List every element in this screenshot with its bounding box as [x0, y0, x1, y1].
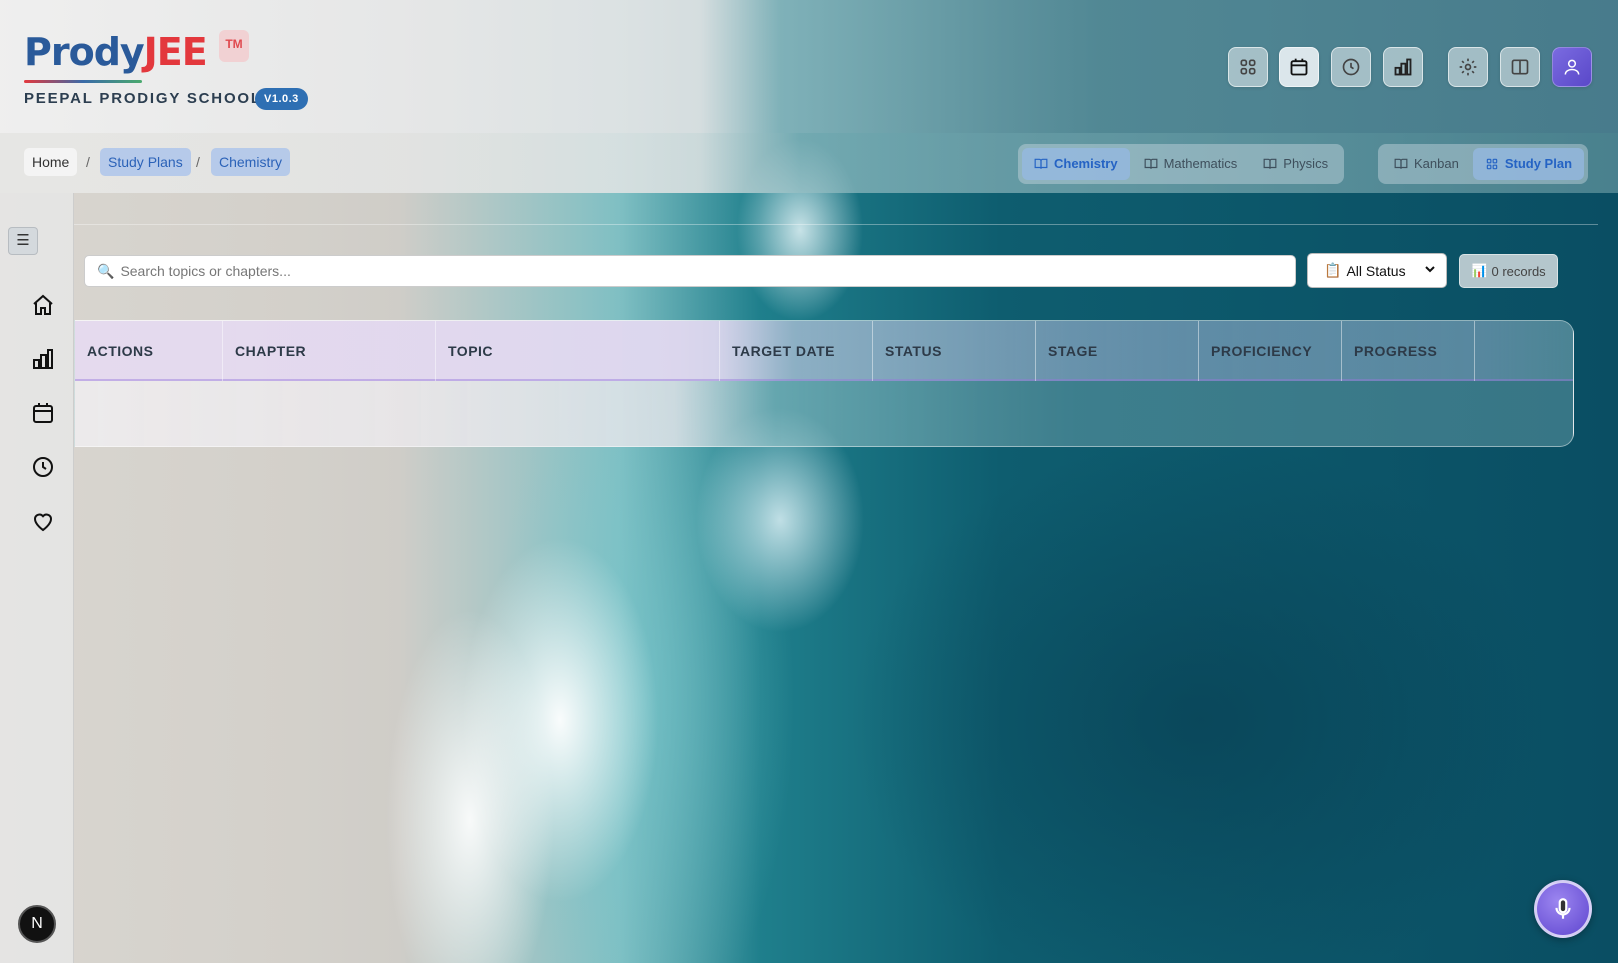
calendar-icon: [1290, 58, 1308, 76]
tab-label: Physics: [1283, 156, 1329, 171]
school-name: PEEPAL PRODIGY SCHOOL: [24, 90, 262, 107]
breadcrumb-bar: Home / Study Plans / Chemistry Chemistry…: [0, 133, 1618, 193]
layout-toggle-button[interactable]: [1500, 47, 1540, 87]
column-header-target-date[interactable]: TARGET DATE: [720, 321, 873, 381]
grid-icon: [1240, 59, 1256, 75]
clock-icon: [1342, 58, 1360, 76]
sidebar: ☰ N: [0, 193, 74, 963]
search-icon: 🔍: [97, 262, 115, 279]
chart-icon: [33, 349, 53, 369]
view-toggle: Kanban Study Plan: [1378, 144, 1589, 184]
user-icon: [1564, 59, 1580, 75]
home-icon: [33, 294, 53, 315]
history-button[interactable]: [1331, 47, 1371, 87]
breadcrumb-current[interactable]: Chemistry: [211, 148, 291, 176]
version-badge: V1.0.3: [255, 88, 308, 110]
tab-physics[interactable]: Physics: [1251, 148, 1340, 180]
gear-icon: [1459, 58, 1477, 76]
microphone-icon: [1555, 898, 1571, 919]
voice-assistant-button[interactable]: [1534, 880, 1592, 938]
n-badge[interactable]: N: [18, 905, 56, 943]
book-icon: [1144, 158, 1157, 169]
book-icon: [1034, 158, 1048, 169]
column-header-proficiency[interactable]: PROFICIENCY: [1199, 321, 1342, 381]
header: ProdyJEE TM PEEPAL PRODIGY SCHOOL V1.0.3: [0, 0, 1618, 133]
column-header-status[interactable]: STATUS: [873, 321, 1036, 381]
table-header: ACTIONS CHAPTER TOPIC TARGET DATE STATUS…: [75, 321, 1573, 381]
sidebar-item-home[interactable]: [31, 293, 59, 321]
analytics-button[interactable]: [1383, 47, 1423, 87]
book-icon: [1394, 158, 1408, 169]
breadcrumb-study-plans[interactable]: Study Plans: [100, 148, 191, 176]
divider: [74, 224, 1598, 225]
subject-tabs: Chemistry Mathematics Physics: [1018, 144, 1345, 184]
sidebar-item-calendar[interactable]: [31, 401, 59, 429]
sidebar-toggle-button[interactable]: ☰: [8, 227, 38, 255]
book-icon: [1263, 158, 1277, 169]
apps-grid-button[interactable]: [1228, 47, 1268, 87]
column-header-topic[interactable]: TOPIC: [436, 321, 720, 381]
status-filter-value: All Status: [1346, 262, 1406, 279]
logo[interactable]: ProdyJEE TM: [24, 30, 249, 83]
records-count: 0 records: [1491, 263, 1546, 279]
sidebar-item-history[interactable]: [31, 455, 59, 483]
breadcrumb-separator: /: [86, 154, 90, 170]
logo-prody: Prody: [24, 30, 145, 74]
profile-button[interactable]: [1552, 47, 1592, 87]
tab-chemistry[interactable]: Chemistry: [1022, 148, 1130, 180]
breadcrumb-separator: /: [196, 154, 200, 170]
view-study-plan[interactable]: Study Plan: [1472, 148, 1585, 180]
clipboard-icon: 📋: [1324, 262, 1342, 278]
logo-jee: JEE: [143, 30, 208, 74]
chevron-down-icon: [1425, 266, 1435, 273]
chart-icon: [1394, 58, 1412, 76]
study-plan-table: ACTIONS CHAPTER TOPIC TARGET DATE STATUS…: [74, 320, 1574, 447]
view-label: Kanban: [1414, 156, 1459, 171]
logo-underline: [24, 80, 142, 83]
records-count-badge: 📊 0 records: [1459, 254, 1558, 288]
column-header-chapter[interactable]: CHAPTER: [223, 321, 436, 381]
tab-label: Chemistry: [1054, 156, 1118, 171]
status-filter-select[interactable]: 📋 All Status: [1307, 253, 1447, 288]
column-header-stage[interactable]: STAGE: [1036, 321, 1199, 381]
column-header-progress[interactable]: PROGRESS: [1342, 321, 1475, 381]
tab-mathematics[interactable]: Mathematics: [1132, 148, 1250, 180]
sidebar-item-favorites[interactable]: [31, 509, 59, 537]
view-kanban[interactable]: Kanban: [1382, 148, 1471, 180]
settings-button[interactable]: [1448, 47, 1488, 87]
calendar-icon: [33, 403, 53, 423]
heart-icon: [33, 513, 53, 532]
clock-icon: [33, 457, 53, 477]
search-input[interactable]: [120, 263, 1281, 279]
grid-icon: [1486, 158, 1498, 170]
sidebar-item-analytics[interactable]: [31, 347, 59, 375]
bar-chart-icon: 📊: [1471, 263, 1488, 278]
trademark-badge: TM: [219, 30, 249, 62]
view-label: Study Plan: [1504, 156, 1573, 171]
search-box[interactable]: 🔍: [84, 255, 1296, 287]
calendar-button[interactable]: [1279, 47, 1319, 87]
column-header-actions[interactable]: ACTIONS: [75, 321, 223, 381]
columns-icon: [1511, 59, 1529, 75]
breadcrumb-home[interactable]: Home: [24, 148, 78, 176]
tab-label: Mathematics: [1163, 156, 1238, 171]
